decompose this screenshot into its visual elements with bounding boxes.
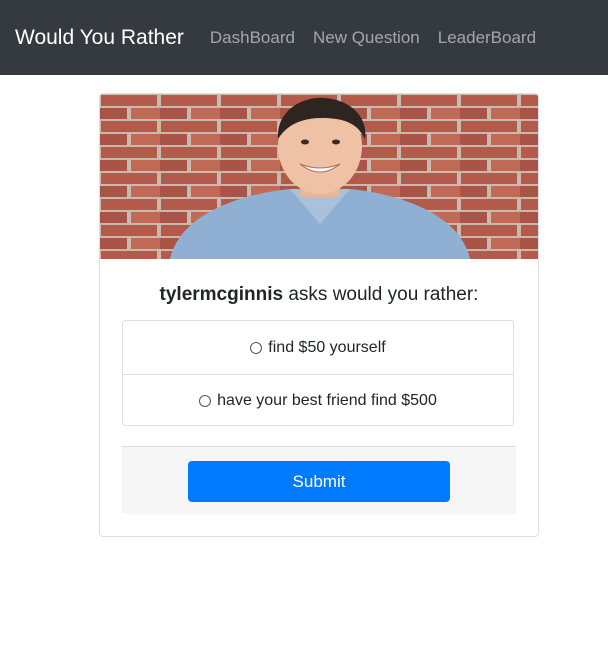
question-card: tylermcginnis asks would you rather: fin…	[99, 93, 539, 537]
nav-link-dashboard[interactable]: DashBoard	[210, 28, 295, 48]
question-heading: tylermcginnis asks would you rather:	[100, 284, 538, 306]
radio-button-icon[interactable]	[250, 341, 263, 354]
author-avatar-image	[100, 94, 538, 259]
submit-button[interactable]: Submit	[188, 461, 450, 502]
option-two[interactable]: have your best friend find $500	[123, 374, 513, 427]
question-author: tylermcginnis	[159, 284, 284, 305]
option-one[interactable]: find $50 yourself	[123, 321, 513, 374]
top-navbar: Would You Rather DashBoard New Question …	[0, 0, 608, 75]
radio-button-icon[interactable]	[199, 395, 212, 407]
option-one-label: find $50 yourself	[268, 338, 386, 356]
nav-link-new-question[interactable]: New Question	[313, 28, 420, 48]
brand-title[interactable]: Would You Rather	[15, 26, 184, 50]
options-list: find $50 yourself have your best friend …	[122, 320, 514, 426]
question-prompt: asks would you rather:	[283, 284, 479, 305]
option-two-label: have your best friend find $500	[217, 392, 437, 409]
nav-link-leaderboard[interactable]: LeaderBoard	[438, 28, 536, 48]
card-footer: Submit	[122, 446, 516, 514]
